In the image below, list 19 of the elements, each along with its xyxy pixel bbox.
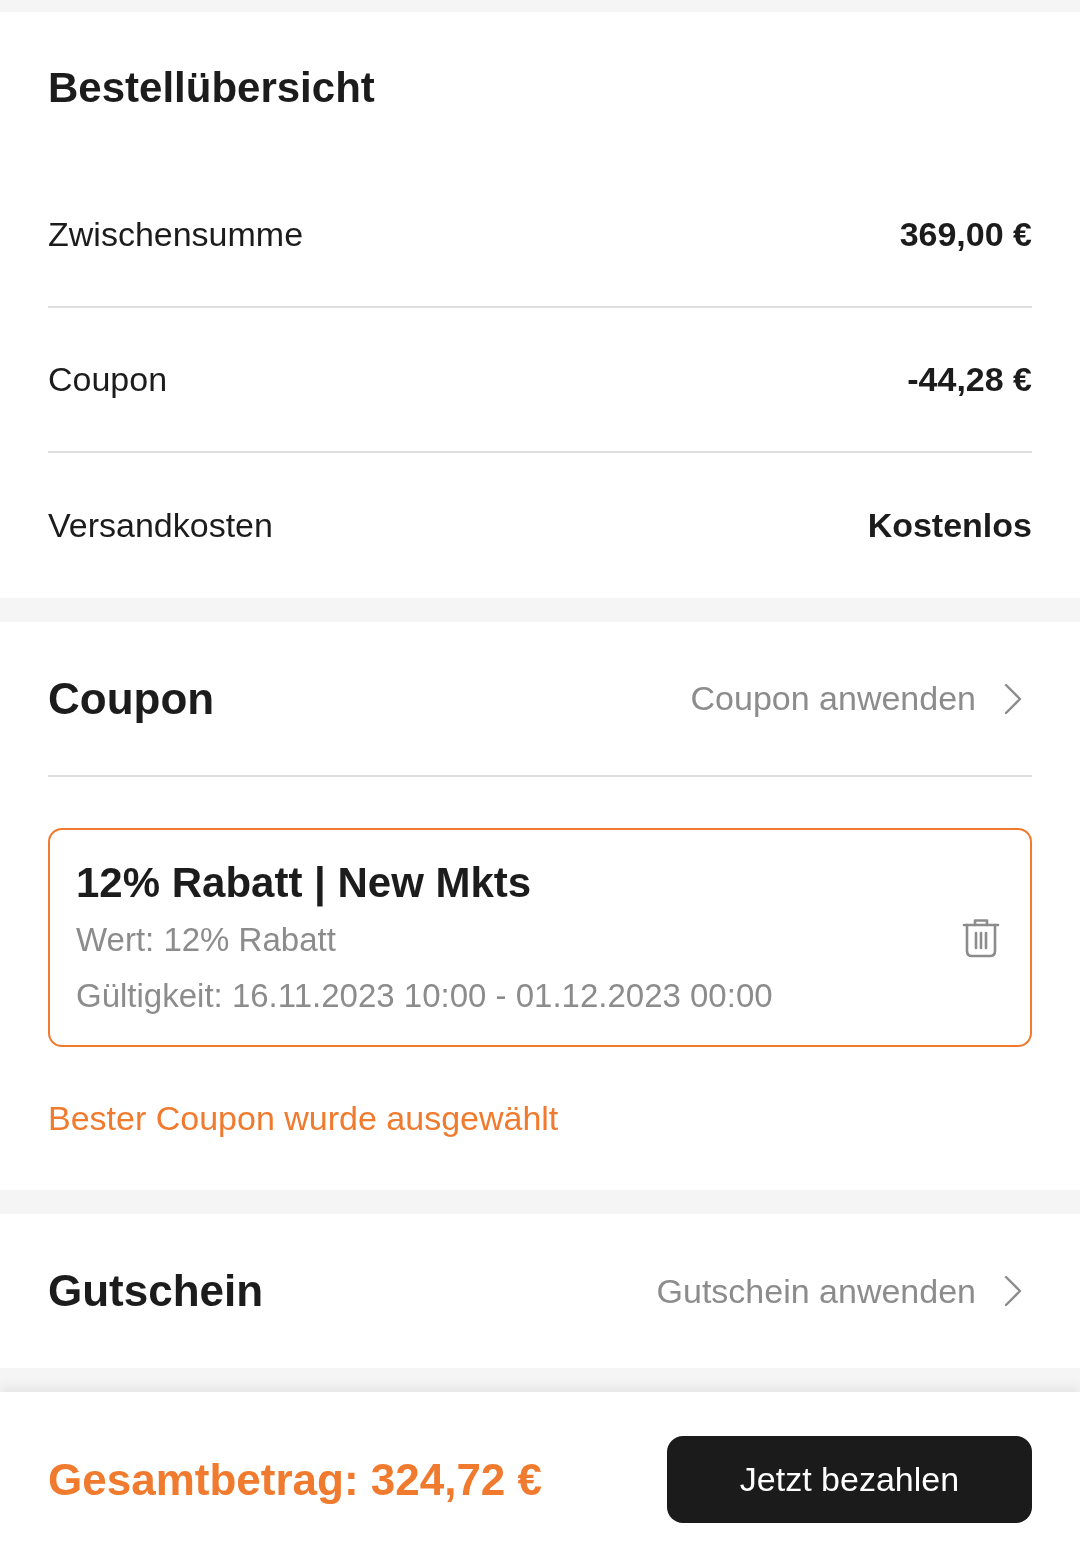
chevron-right-icon (1004, 682, 1022, 715)
row-value: Kostenlos (867, 505, 1032, 546)
section-title: Gutschein (48, 1265, 264, 1317)
row-value: 369,00 € (899, 214, 1032, 255)
coupon-value: Wert: 12% Rabatt (76, 919, 337, 960)
chevron-right-icon (1004, 1275, 1022, 1307)
pay-now-button[interactable]: Jetzt bezahlen (667, 1436, 1032, 1523)
total-amount: Gesamtbetrag: 324,72 € (48, 1453, 543, 1506)
best-coupon-note: Bester Coupon wurde ausgewählt (48, 1098, 560, 1139)
coupon-title: 12% Rabatt | New Mkts (76, 857, 533, 909)
coupon-validity: Gültigkeit: 16.11.2023 10:00 - 01.12.2023 00:00 (76, 975, 773, 1016)
row-label: Zwischensumme (48, 214, 304, 255)
row-label: Coupon (48, 359, 168, 400)
coupon-item[interactable]: 12% Rabatt | New Mkts Wert: 12% Rabatt Gültigkeit: 16.11.2023 10:00 - 01.12.2023 00:00 (48, 828, 1032, 1047)
trash-icon[interactable] (962, 917, 1000, 958)
row-label: Versandkosten (48, 505, 273, 546)
section-title: Coupon (48, 672, 215, 725)
section-title: Bestellübersicht (48, 63, 375, 113)
row-value: -44,28 € (907, 359, 1032, 400)
